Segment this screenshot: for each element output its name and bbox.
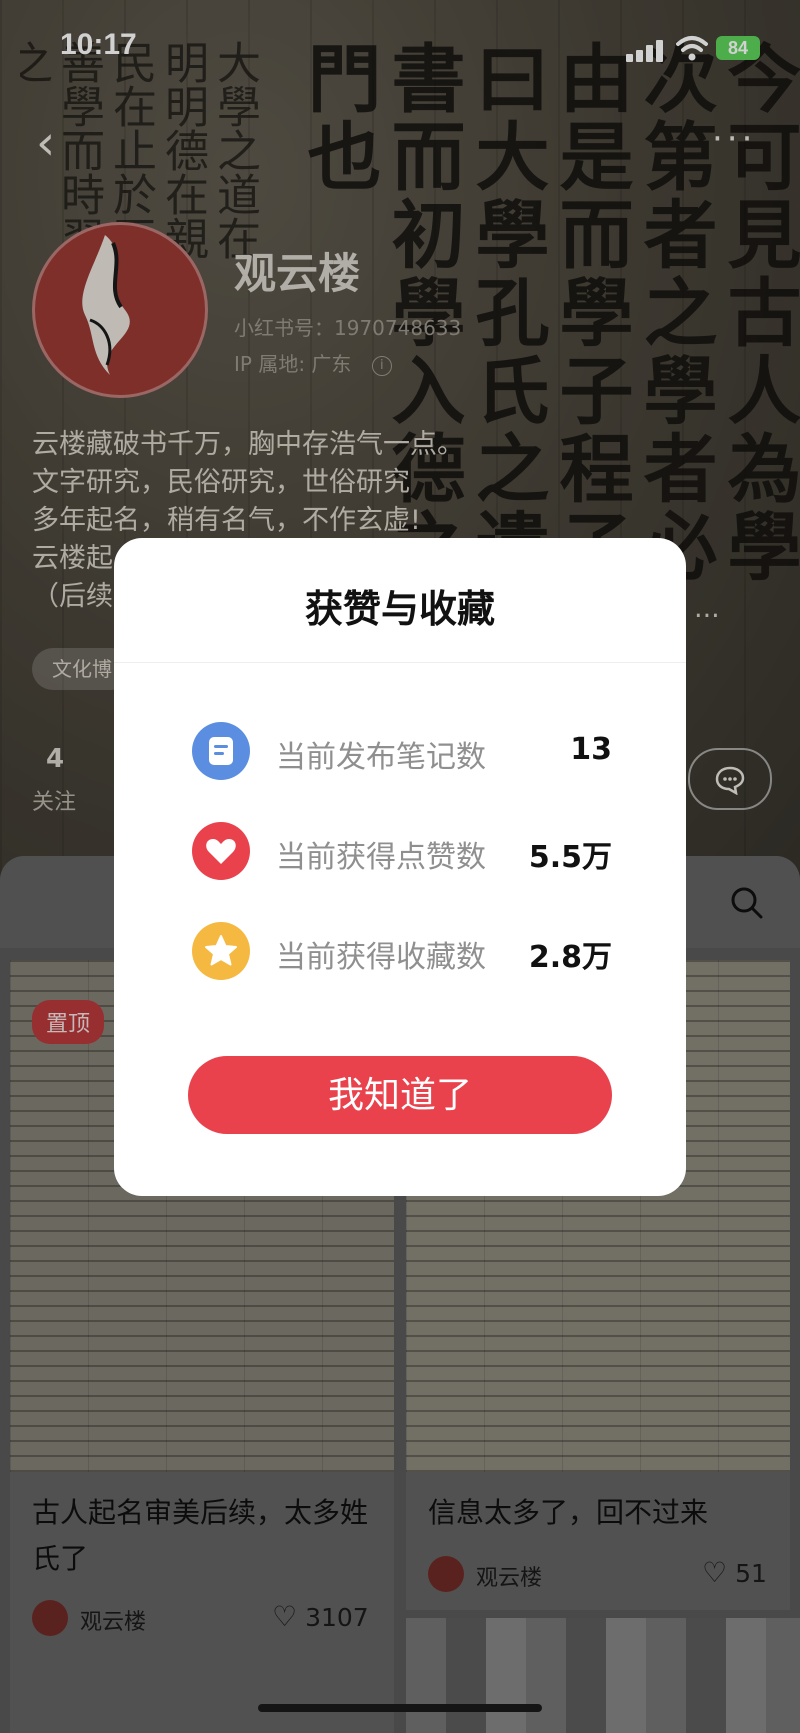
got-it-button[interactable]: 我知道了 [188,1056,612,1134]
row-value: 5.5万 [528,840,612,875]
row-value: 13 [570,732,612,767]
modal-divider [114,662,686,663]
row-label: 当前获得收藏数 [276,940,486,975]
row-label: 当前获得点赞数 [276,840,486,875]
row-value: 2.8万 [528,940,612,975]
note-icon [192,722,250,780]
star-icon [192,922,250,980]
likes-count-row: 当前获得点赞数 5.5万 [192,820,612,884]
collections-count-row: 当前获得收藏数 2.8万 [192,920,612,984]
heart-icon [192,822,250,880]
modal-title: 获赞与收藏 [304,587,495,631]
row-label: 当前发布笔记数 [276,740,486,775]
likes-collections-modal: 获赞与收藏 当前发布笔记数 13 当前获得点赞数 5.5万 当前获得收藏数 2.… [114,538,686,1196]
notes-count-row: 当前发布笔记数 13 [192,720,612,784]
